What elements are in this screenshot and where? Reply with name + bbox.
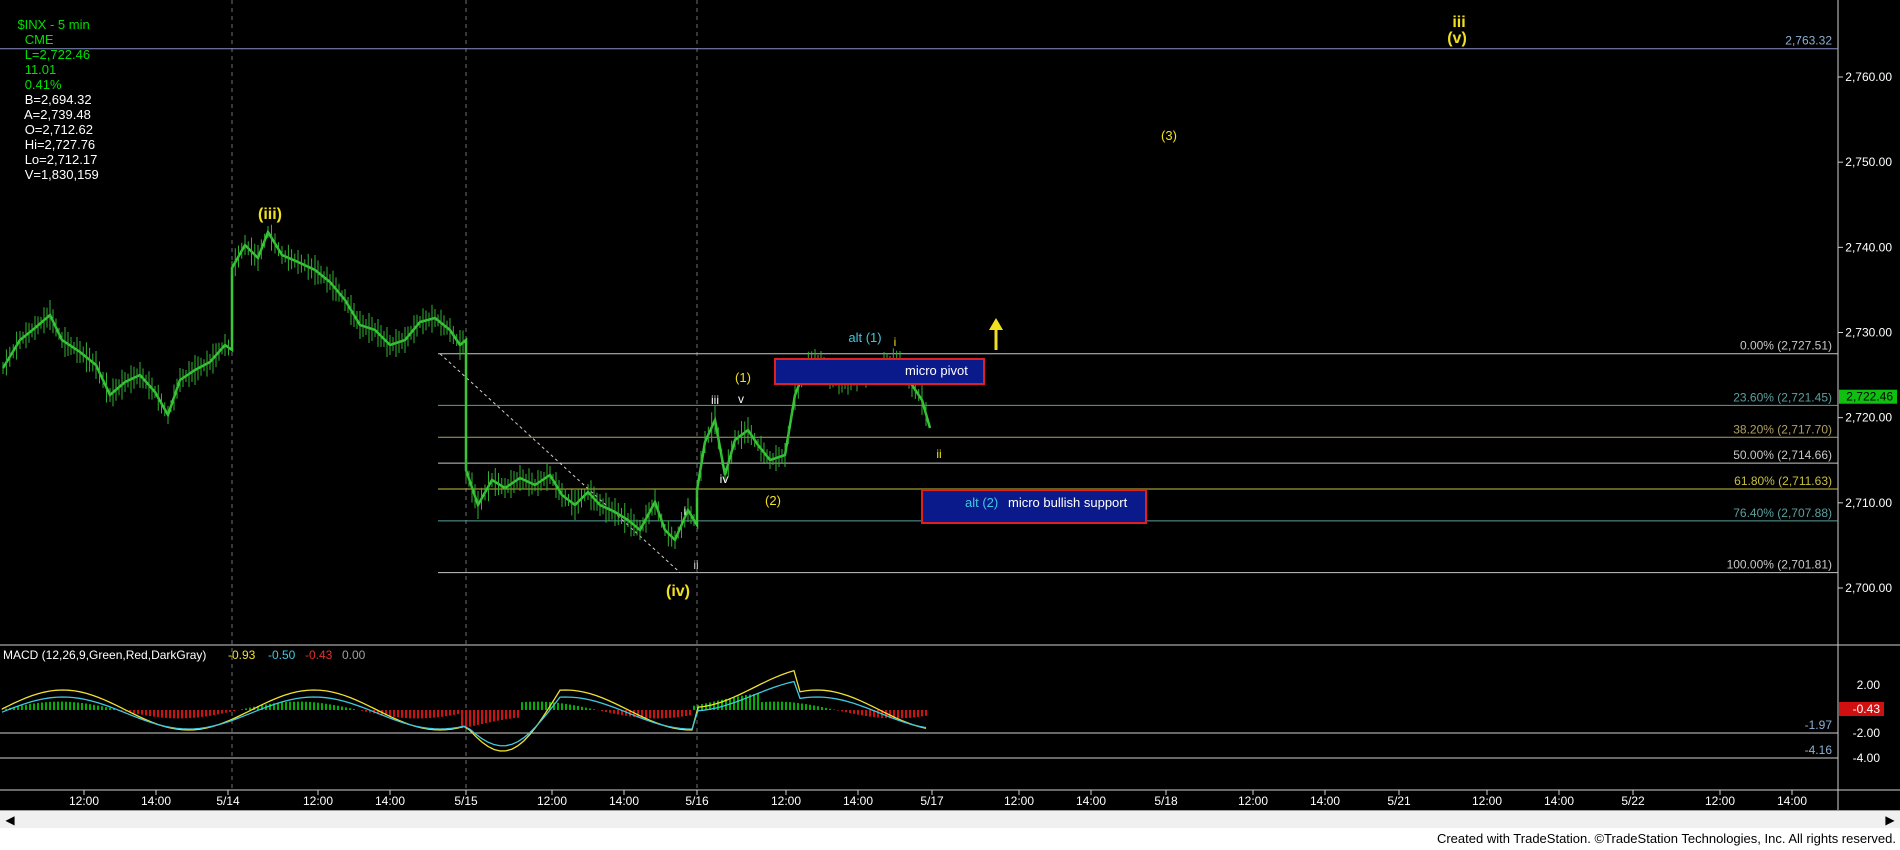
wave-alt1-label: alt (1) bbox=[848, 330, 881, 345]
price-chart-canvas[interactable]: 2,760.00 2,750.00 2,740.00 2,730.00 2,720.00… bbox=[0, 0, 1900, 810]
time-axis-label: 5/14 bbox=[216, 794, 240, 808]
high-price: Hi=2,727.76 bbox=[24, 137, 96, 152]
macd-axis-label: -4.00 bbox=[1853, 751, 1881, 765]
macd-hist-value: -0.43 bbox=[305, 648, 333, 662]
wave-2-label: (2) bbox=[765, 493, 781, 508]
price-tick-label: 2,730.00 bbox=[1845, 326, 1892, 340]
wave-i-minor: i bbox=[894, 335, 897, 349]
time-axis-label: 12:00 bbox=[537, 794, 567, 808]
wave-ii-subminor: ii bbox=[693, 558, 698, 572]
time-axis-label: 5/15 bbox=[454, 794, 478, 808]
time-axis-label: 14:00 bbox=[609, 794, 639, 808]
scroll-right-icon[interactable]: ▶ bbox=[1882, 811, 1898, 829]
wave-iii-top: iii bbox=[1452, 14, 1465, 31]
price-tick-label: 2,700.00 bbox=[1845, 581, 1892, 595]
time-axis-label: 12:00 bbox=[1705, 794, 1735, 808]
horizontal-scrollbar[interactable]: ◀ ▶ bbox=[0, 810, 1900, 829]
time-axis-label: 14:00 bbox=[141, 794, 171, 808]
macd-title: MACD (12,26,9,Green,Red,DarkGray) bbox=[3, 648, 206, 662]
time-axis-label: 14:00 bbox=[843, 794, 873, 808]
net-change: 11.01 bbox=[24, 62, 57, 77]
time-axis-label: 14:00 bbox=[375, 794, 405, 808]
alt2-label: alt (2) bbox=[965, 495, 998, 510]
chart-header: $INX - 5 min CME L=2,722.46 11.01 0.41% … bbox=[3, 2, 99, 197]
footer: Created with TradeStation. ©TradeStation… bbox=[0, 828, 1900, 850]
time-axis-label: 14:00 bbox=[1076, 794, 1106, 808]
volume-label: V=1,830,159 bbox=[24, 167, 99, 182]
up-arrow-icon bbox=[989, 318, 1003, 330]
fib-level-label: 76.40% (2,707.88) bbox=[1733, 506, 1832, 520]
wave-iv-subminor: iv bbox=[720, 472, 729, 486]
time-axis-label: 5/16 bbox=[685, 794, 709, 808]
ask-price: A=2,739.48 bbox=[23, 107, 91, 122]
macd-axis-label: -2.00 bbox=[1853, 726, 1881, 740]
copyright-text: Created with TradeStation. ©TradeStation… bbox=[1436, 831, 1896, 846]
exchange-label: CME bbox=[24, 32, 54, 47]
price-tick-label: 2,720.00 bbox=[1845, 411, 1892, 425]
resistance-label: 2,763.32 bbox=[1785, 34, 1832, 48]
fib-level-label: 100.00% (2,701.81) bbox=[1727, 558, 1832, 572]
fib-level-label: 23.60% (2,721.45) bbox=[1733, 390, 1832, 404]
macd-current-label: -0.43 bbox=[1853, 702, 1881, 716]
wave-v-subminor: v bbox=[738, 392, 744, 406]
wave-v-intermediate: (v) bbox=[1447, 30, 1467, 47]
time-axis-label: 5/17 bbox=[920, 794, 944, 808]
time-axis-label: 5/18 bbox=[1154, 794, 1178, 808]
wave-i-subminor: i bbox=[684, 504, 687, 518]
wave-1-label: (1) bbox=[735, 370, 751, 385]
price-series-line bbox=[1, 229, 932, 543]
current-price-label: 2,722.46 bbox=[1846, 390, 1893, 404]
low-price: Lo=2,712.17 bbox=[24, 152, 98, 167]
price-tick-label: 2,710.00 bbox=[1845, 496, 1892, 510]
price-tick-label: 2,760.00 bbox=[1845, 70, 1892, 84]
symbol-label: $INX - 5 min bbox=[17, 17, 90, 32]
micro-pivot-label: micro pivot bbox=[905, 363, 968, 378]
time-axis-label: 12:00 bbox=[1472, 794, 1502, 808]
wave-ii-minor: ii bbox=[936, 447, 941, 461]
macd-signal-value: -0.50 bbox=[268, 648, 296, 662]
wave-iii-intermediate: (iii) bbox=[258, 206, 282, 223]
scroll-left-icon[interactable]: ◀ bbox=[2, 811, 18, 829]
macd-level-label: -1.97 bbox=[1805, 718, 1833, 732]
time-axis-label: 12:00 bbox=[303, 794, 333, 808]
pct-change: 0.41% bbox=[24, 77, 62, 92]
fib-level-label: 50.00% (2,714.66) bbox=[1733, 448, 1832, 462]
wave-iii-subminor: iii bbox=[711, 393, 719, 407]
micro-bullish-support-label: micro bullish support bbox=[1008, 495, 1128, 510]
fib-level-label: 61.80% (2,711.63) bbox=[1734, 474, 1832, 488]
wave-iv-intermediate: (iv) bbox=[666, 583, 690, 600]
time-axis-label: 14:00 bbox=[1544, 794, 1574, 808]
time-axis-label: 12:00 bbox=[1238, 794, 1268, 808]
macd-level-label: -4.16 bbox=[1805, 743, 1833, 757]
time-axis-label: 5/21 bbox=[1387, 794, 1411, 808]
time-axis-label: 12:00 bbox=[69, 794, 99, 808]
fib-level-label: 38.20% (2,717.70) bbox=[1733, 422, 1832, 436]
time-axis-label: 14:00 bbox=[1777, 794, 1807, 808]
fib-level-label: 0.00% (2,727.51) bbox=[1740, 339, 1832, 353]
time-axis-label: 14:00 bbox=[1310, 794, 1340, 808]
open-price: O=2,712.62 bbox=[24, 122, 93, 137]
price-tick-label: 2,740.00 bbox=[1845, 240, 1892, 254]
price-tick-label: 2,750.00 bbox=[1845, 155, 1892, 169]
wave-3-label: (3) bbox=[1161, 128, 1177, 143]
macd-value: -0.93 bbox=[228, 648, 256, 662]
chart-window: 2,760.00 2,750.00 2,740.00 2,730.00 2,720.00… bbox=[0, 0, 1900, 850]
time-axis-label: 12:00 bbox=[1004, 794, 1034, 808]
macd-zero-value: 0.00 bbox=[342, 648, 366, 662]
macd-axis-label: 2.00 bbox=[1857, 678, 1881, 692]
time-axis-label: 12:00 bbox=[771, 794, 801, 808]
last-price: L=2,722.46 bbox=[24, 47, 91, 62]
bid-price: B=2,694.32 bbox=[24, 92, 92, 107]
macd-signal-line bbox=[1, 680, 927, 747]
time-axis-label: 5/22 bbox=[1621, 794, 1645, 808]
